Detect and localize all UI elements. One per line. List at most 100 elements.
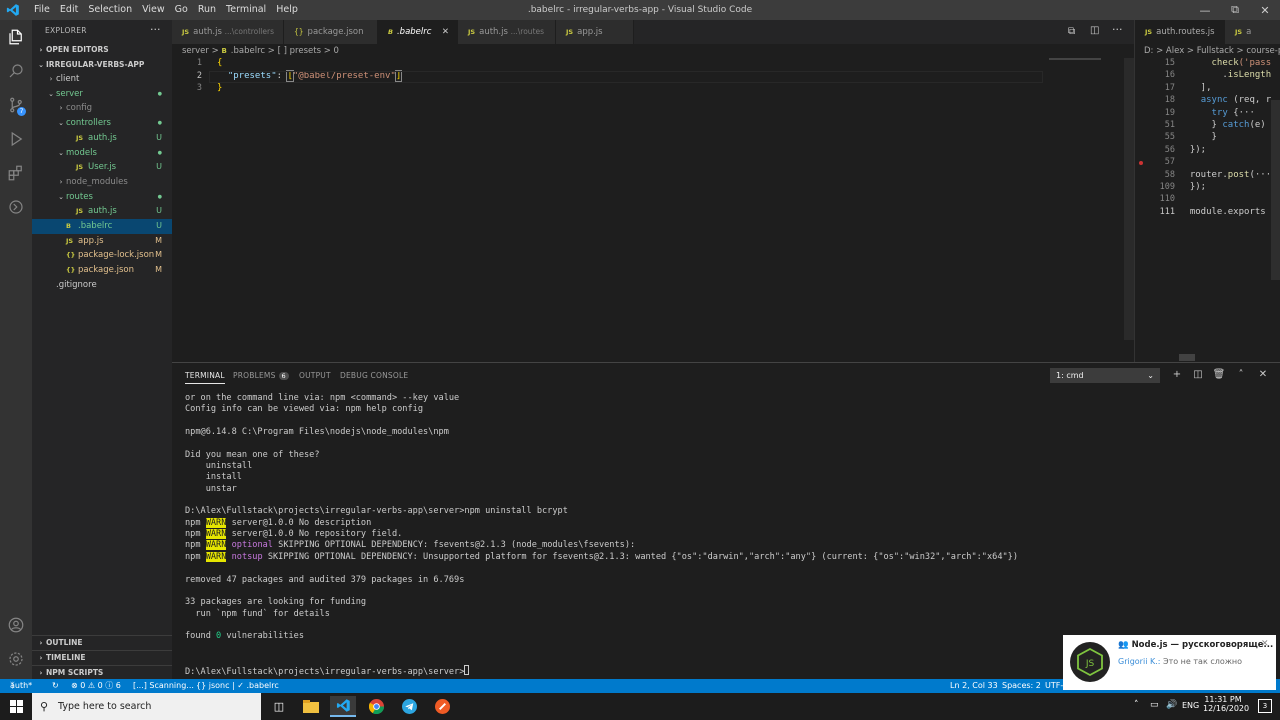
explorer-activity[interactable] [0,20,32,54]
search-activity[interactable] [0,54,32,88]
tree-item[interactable]: ⌄ server ● [32,87,172,102]
breadcrumb-part[interactable]: 0 [334,46,339,56]
show-hidden-icons[interactable]: ˄ [1134,700,1139,710]
split-terminal-icon[interactable]: ◫ [1191,368,1205,382]
tree-item[interactable]: JS auth.js U [32,131,172,146]
code-line[interactable]: } [217,83,222,93]
breadcrumb-part[interactable]: .babelrc [231,46,265,56]
taskbar-search[interactable]: ⚲ Type here to search [32,693,261,720]
close-window-button[interactable]: ✕ [1250,0,1280,20]
split-editor-icon[interactable]: ◫ [1090,25,1099,36]
tree-item[interactable]: › config [32,101,172,116]
task-view-icon[interactable]: ◫ [266,696,292,717]
tree-item[interactable]: JS app.js M [32,234,172,249]
outline-section[interactable]: › OUTLINE [32,635,172,650]
menu-item[interactable]: View [137,0,170,20]
breadcrumb-part[interactable]: server [182,46,209,56]
cursor-position[interactable]: Ln 2, Col 33 [950,679,998,693]
telegram-taskbar[interactable] [396,696,422,717]
postman-taskbar[interactable] [429,696,455,717]
terminal-selector[interactable]: 1: cmd ⌄ [1050,368,1160,383]
code-line[interactable]: module.exports [1179,207,1266,217]
tree-item[interactable]: {} package.json M [32,263,172,278]
menu-item[interactable]: File [29,0,55,20]
manage-activity[interactable] [0,642,32,676]
maximize-button[interactable]: ⧉ [1220,0,1250,20]
editor-more-icon[interactable]: ··· [1112,23,1123,36]
tree-item[interactable]: {} package-lock.json M [32,248,172,263]
code-line[interactable]: check('pass [1179,58,1272,68]
maximize-panel-icon[interactable]: ˄ [1234,368,1248,382]
menu-item[interactable]: Selection [83,0,137,20]
tree-item[interactable]: › node_modules [32,175,172,190]
tree-item[interactable]: ⌄ routes ● [32,190,172,205]
problems-status[interactable]: ⊗ 0 ⚠ 0 ⓘ 6 [71,679,121,693]
code-line[interactable]: try {··· [1179,108,1255,118]
code-line[interactable]: } catch(e) [1179,120,1266,130]
menu-item[interactable]: Go [170,0,193,20]
tree-item[interactable]: JS auth.js U [32,204,172,219]
extensions-activity[interactable] [0,156,32,190]
vscode-taskbar[interactable] [330,696,356,717]
tab-debug-console[interactable]: DEBUG CONSOLE [340,371,408,380]
encoding-status[interactable]: UTF- [1045,679,1063,693]
menu-item[interactable]: Edit [55,0,83,20]
tab-problems[interactable]: PROBLEMS 6 [233,371,289,380]
tree-item[interactable]: ⌄ models ● [32,146,172,161]
clock[interactable]: 11:31 PM 12/16/2020 [1203,695,1249,713]
new-terminal-icon[interactable]: + [1170,368,1184,382]
tab-package-json[interactable]: {} package.json [284,20,378,44]
tab-auth-routes[interactable]: JS auth.js ...\routes [458,20,556,44]
menu-item[interactable]: Help [271,0,303,20]
start-button[interactable] [3,696,29,717]
language-status[interactable]: {} jsonc | ✓ .babelrc [196,679,279,693]
tree-item[interactable]: JS User.js U [32,160,172,175]
tab-output[interactable]: OUTPUT [299,371,331,380]
tab-terminal[interactable]: TERMINAL [185,371,225,384]
file-explorer-taskbar[interactable] [298,696,324,717]
kill-terminal-icon[interactable]: 🗑 [1212,368,1226,382]
more-actions-icon[interactable]: ··· [150,23,161,36]
code-line[interactable]: async (req, r [1179,95,1271,105]
open-editors-section[interactable]: › OPEN EDITORS [32,43,172,58]
tab-auth-controllers[interactable]: JS auth.js ...\controllers [172,20,284,44]
terminal-output[interactable]: or on the command line via: npm <command… [185,393,1185,679]
remote-activity[interactable] [0,190,32,224]
tree-item[interactable]: .gitignore [32,278,172,293]
code-line[interactable]: }); [1179,182,1206,192]
language-indicator[interactable]: ENG [1182,701,1199,710]
close-panel-icon[interactable]: ✕ [1256,368,1270,382]
code-line[interactable]: ], [1179,83,1212,93]
menu-item[interactable]: Terminal [221,0,271,20]
npm-scripts-section[interactable]: › NPM SCRIPTS [32,665,172,680]
chrome-taskbar[interactable] [363,696,389,717]
timeline-section[interactable]: › TIMELINE [32,650,172,665]
editor-scrollbar[interactable] [1124,58,1134,340]
notifications-badge[interactable]: 3 [1258,699,1272,713]
right-vertical-scrollbar[interactable] [1271,100,1280,280]
code-editor[interactable]: 1{2 "presets": ["@babel/preset-env"] 3} [172,58,1124,362]
tree-item[interactable]: › client [32,72,172,87]
horizontal-scrollbar[interactable] [1179,354,1195,361]
tab-auth-routes-js[interactable]: JS auth.routes.js [1135,20,1225,44]
minimap[interactable] [1049,58,1101,60]
tree-item[interactable]: B .babelrc U [32,219,172,234]
tree-item[interactable]: ⌄ controllers ● [32,116,172,131]
tab-app-js[interactable]: JS app.js [556,20,634,44]
notification-toast[interactable]: JS 👥 Node.js — русскоговоряще... Grigori… [1063,635,1276,690]
breadcrumb-part[interactable]: [ ] presets [278,46,321,56]
source-control-activity[interactable]: 7 [0,88,32,122]
open-changes-icon[interactable]: ⧉ [1068,26,1075,37]
code-line[interactable]: } [1179,132,1217,142]
indentation-status[interactable]: Spaces: 2 [1002,679,1041,693]
tab-right-second[interactable]: JS a [1225,20,1280,44]
volume-icon[interactable]: 🔊 [1166,700,1177,710]
project-section[interactable]: ⌄ IRREGULAR-VERBS-APP [32,58,172,73]
code-line[interactable]: }); [1179,145,1206,155]
run-debug-activity[interactable] [0,122,32,156]
close-tab-icon[interactable]: ✕ [442,20,449,44]
sync-icon[interactable]: ↻ [52,679,59,693]
scanning-status[interactable]: [...] Scanning... [133,679,194,693]
toast-close-icon[interactable]: ✕ [1261,639,1269,649]
network-icon[interactable]: ▭ [1150,700,1159,710]
